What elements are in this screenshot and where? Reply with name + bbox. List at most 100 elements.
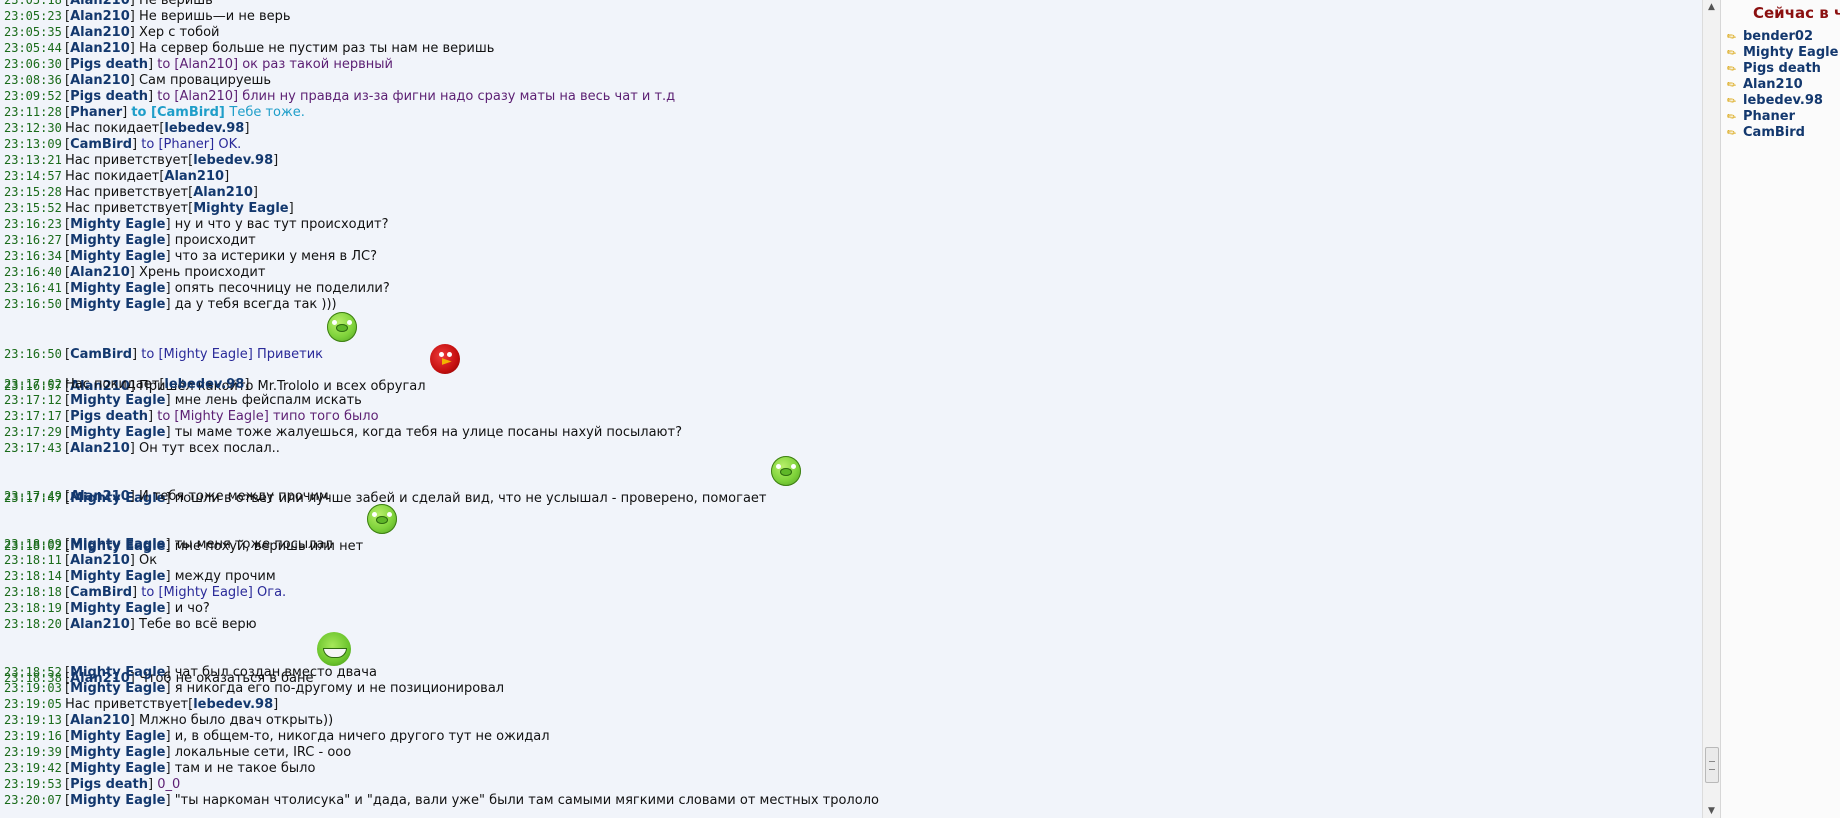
nick-link[interactable]: lebedev.98 — [164, 121, 244, 136]
nick-link[interactable]: Mighty Eagle — [70, 393, 165, 408]
nick-link[interactable]: CamBird — [70, 137, 132, 152]
user-name[interactable]: Alan210 — [1743, 77, 1803, 92]
chat-message: 23:18:20 [Alan210] Тебе во всё верю — [4, 616, 1698, 632]
nick-link[interactable]: CamBird — [70, 585, 132, 600]
nick-link[interactable]: Alan210 — [70, 73, 130, 88]
message-text: происходит — [174, 233, 256, 248]
close-bracket: ] — [132, 137, 142, 152]
close-bracket: ] — [129, 9, 139, 24]
arrow-down-icon[interactable]: ▼ — [1703, 804, 1720, 818]
user-name[interactable]: Mighty Eagle — [1743, 45, 1838, 60]
nick-link[interactable]: Alan210 — [70, 9, 130, 24]
nick-link[interactable]: Mighty Eagle — [70, 745, 165, 760]
chat-message: 23:13:21 Нас приветствует[lebedev.98] — [4, 152, 1698, 168]
close-bracket: ] — [244, 121, 250, 136]
user-list-item[interactable]: ✎ lebedev.98 — [1724, 93, 1838, 109]
user-name[interactable]: bender02 — [1743, 29, 1813, 44]
user-list-item[interactable]: ✎ Phaner — [1724, 109, 1838, 125]
nick-link[interactable]: Pigs death — [70, 409, 148, 424]
message-body: [Alan210] Ок — [65, 553, 157, 568]
nick-link[interactable]: Mighty Eagle — [70, 601, 165, 616]
chat-scrollbar[interactable]: ▲ ▼ — [1702, 0, 1720, 818]
user-name[interactable]: Pigs death — [1743, 61, 1821, 76]
message-body: [Mighty Eagle] что за истерики у меня в … — [65, 249, 377, 264]
nick-link[interactable]: Mighty Eagle — [70, 297, 165, 312]
message-text: и, в общем-то, никогда ничего другого ту… — [174, 729, 550, 744]
nick-link[interactable]: Pigs death — [70, 777, 148, 792]
message-text: Тебе тоже. — [229, 105, 305, 120]
message-timestamp: 23:13:09 — [4, 137, 62, 151]
user-list-item[interactable]: ✎ bender02 — [1724, 29, 1838, 45]
message-timestamp: 23:06:30 — [4, 57, 62, 71]
message-text: ок раз такой нервный — [242, 57, 393, 72]
nick-link[interactable]: Mighty Eagle — [70, 281, 165, 296]
nick-link[interactable]: Alan210 — [70, 0, 130, 8]
message-text: там и не такое было — [174, 761, 316, 776]
arrow-up-icon[interactable]: ▲ — [1703, 0, 1720, 14]
nick-link[interactable]: Phaner — [70, 105, 122, 120]
user-list: ✎ bender02 ✎ Mighty Eagle ✎ Pigs death ✎ Alan21… — [1724, 29, 1838, 141]
chat-message: 23:19:05 Нас приветствует[lebedev.98] — [4, 696, 1698, 712]
message-body: [Mighty Eagle] ну и что у вас тут происх… — [65, 217, 389, 232]
user-list-item[interactable]: ✎ Alan210 — [1724, 77, 1838, 93]
nick-link[interactable]: Mighty Eagle — [70, 569, 165, 584]
chat-message: 23:19:42 [Mighty Eagle] там и не такое бы… — [4, 760, 1698, 776]
nick-link[interactable]: Mighty Eagle — [70, 217, 165, 232]
user-list-item[interactable]: ✎ Mighty Eagle — [1724, 45, 1838, 61]
user-name[interactable]: lebedev.98 — [1743, 93, 1823, 108]
nick-link[interactable]: Alan210 — [70, 41, 130, 56]
nick-link[interactable]: Pigs death — [70, 57, 148, 72]
message-timestamp: 23:18:11 — [4, 553, 62, 567]
nick-link[interactable]: Pigs death — [70, 89, 148, 104]
nick-link[interactable]: Alan210 — [70, 265, 130, 280]
chat-message: 23:05:44 [Alan210] На сервер больше не пу… — [4, 40, 1698, 56]
nick-link[interactable]: Mighty Eagle — [70, 793, 165, 808]
message-timestamp: 23:19:03 — [4, 681, 62, 695]
chat-message: 23:17:29 [Mighty Eagle] ты маме тоже жалу… — [4, 424, 1698, 440]
nick-link[interactable]: Mighty Eagle — [70, 537, 165, 552]
nick-link[interactable]: Alan210 — [70, 713, 130, 728]
close-bracket: ] — [122, 105, 132, 120]
user-list-item[interactable]: ✎ Pigs death — [1724, 61, 1838, 77]
pm-target-nick[interactable]: [Alan210] — [174, 57, 242, 72]
nick-link[interactable]: Mighty Eagle — [70, 665, 165, 680]
message-body: [Phaner] to [CamBird] Тебе тоже. — [65, 105, 305, 120]
nick-link[interactable]: Alan210 — [70, 25, 130, 40]
nick-link[interactable]: Mighty Eagle — [70, 729, 165, 744]
message-timestamp: 23:17:02 — [4, 377, 62, 391]
pm-target-nick[interactable]: [Mighty Eagle] — [158, 585, 257, 600]
message-text: Не веришь — [138, 0, 213, 8]
nick-link[interactable]: Mighty Eagle — [193, 201, 288, 216]
nick-link[interactable]: Mighty Eagle — [70, 233, 165, 248]
message-text: Не веришь—и не верь — [138, 9, 291, 24]
user-name[interactable]: Phaner — [1743, 109, 1795, 124]
nick-link[interactable]: lebedev.98 — [193, 153, 273, 168]
nick-link[interactable]: Alan210 — [164, 169, 224, 184]
chat-message: 23:17:47 [Mighty Eagle] пошли в ответ или… — [4, 456, 1698, 506]
nick-link[interactable]: Alan210 — [193, 185, 253, 200]
pm-target-nick[interactable]: [CamBird] — [151, 105, 229, 120]
pm-target-nick[interactable]: [Alan210] — [174, 89, 242, 104]
user-list-item[interactable]: ✎ CamBird — [1724, 125, 1838, 141]
nick-link[interactable]: Alan210 — [70, 553, 130, 568]
user-name[interactable]: CamBird — [1743, 125, 1805, 140]
close-bracket: ] — [165, 217, 175, 232]
nick-link[interactable]: Alan210 — [70, 441, 130, 456]
nick-link[interactable]: Alan210 — [70, 617, 130, 632]
nick-link[interactable]: Alan210 — [70, 489, 130, 504]
nick-link[interactable]: Mighty Eagle — [70, 681, 165, 696]
message-body: [Mighty Eagle] там и не такое было — [65, 761, 315, 776]
pm-target-nick[interactable]: [Mighty Eagle] — [174, 409, 273, 424]
nick-link[interactable]: Mighty Eagle — [70, 249, 165, 264]
scrollbar-thumb[interactable] — [1705, 747, 1719, 784]
nick-link[interactable]: lebedev.98 — [193, 697, 273, 712]
pm-target-nick[interactable]: [Phaner] — [158, 137, 218, 152]
message-text: да у тебя всегда так ))) — [174, 297, 337, 312]
message-text: На сервер больше не пустим раз ты нам не… — [138, 41, 495, 56]
chat-message: 23:13:09 [CamBird] to [Phaner] OK. — [4, 136, 1698, 152]
nick-link[interactable]: Mighty Eagle — [70, 761, 165, 776]
chat-message: 23:19:16 [Mighty Eagle] и, в общем-то, ни… — [4, 728, 1698, 744]
nick-link[interactable]: lebedev.98 — [164, 377, 244, 392]
nick-link[interactable]: Mighty Eagle — [70, 425, 165, 440]
chat-message: 23:05:18 [Alan210] Не веришь — [4, 0, 1698, 8]
